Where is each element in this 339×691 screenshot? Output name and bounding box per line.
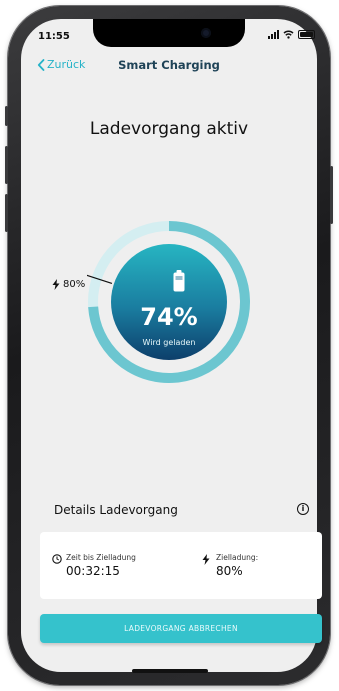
status-icons bbox=[268, 30, 315, 39]
time-to-target: Zeit bis Zielladung 00:32:15 bbox=[52, 553, 136, 578]
charge-gauge bbox=[87, 221, 250, 383]
camera bbox=[201, 28, 211, 38]
details-card: Zeit bis Zielladung 00:32:15 Zielladung:… bbox=[40, 532, 322, 599]
cancel-charging-button[interactable]: LADEVORGANG ABBRECHEN bbox=[40, 614, 322, 643]
status-time: 11:55 bbox=[38, 31, 70, 42]
signal-icon bbox=[268, 30, 279, 39]
side-button-volume-up bbox=[5, 146, 8, 184]
charge-state-label: Wird geladen bbox=[142, 338, 196, 347]
target-charge: Zielladung: 80% bbox=[202, 553, 258, 578]
charge-percent: 74% bbox=[140, 303, 198, 331]
battery-icon bbox=[298, 30, 315, 39]
page-title: Smart Charging bbox=[118, 58, 220, 72]
gauge-target-label: 80% bbox=[52, 279, 85, 290]
info-icon[interactable]: i bbox=[297, 503, 309, 515]
bolt-icon bbox=[52, 279, 60, 290]
side-button-power bbox=[330, 166, 333, 224]
time-to-target-value: 00:32:15 bbox=[66, 564, 120, 578]
notch bbox=[93, 19, 245, 47]
time-to-target-label: Zeit bis Zielladung bbox=[66, 553, 136, 562]
clock-icon bbox=[52, 554, 62, 564]
home-indicator bbox=[132, 669, 208, 673]
wifi-icon bbox=[283, 30, 294, 39]
battery-charging-icon bbox=[173, 270, 185, 292]
status-headline: Ladevorgang aktiv bbox=[89, 119, 249, 139]
side-button-volume-down bbox=[5, 194, 8, 232]
side-button-silent bbox=[5, 106, 8, 126]
target-charge-label: Zielladung: bbox=[216, 553, 259, 562]
target-charge-value: 80% bbox=[216, 564, 243, 578]
gauge-target-value: 80% bbox=[63, 279, 86, 290]
bolt-icon bbox=[202, 554, 210, 565]
details-title: Details Ladevorgang bbox=[54, 503, 178, 517]
